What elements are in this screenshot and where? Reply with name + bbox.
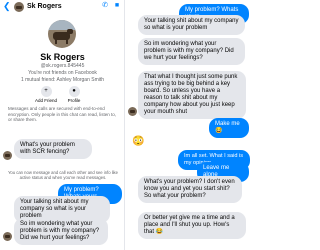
add-friend-button[interactable]: + Add Friend (33, 86, 59, 103)
facebook-status: You're not friends on Facebook (28, 70, 97, 76)
connection-notice: You can now message and call each other … (8, 170, 118, 180)
phone-icon[interactable]: ✆ (101, 2, 109, 10)
incoming-message: So im wondering what your problem is wit… (14, 218, 108, 245)
flushed-emoji-message: 😳 (132, 136, 145, 147)
incoming-message: Your talking shit about my company so wh… (138, 15, 245, 35)
profile-handle: @sk.rogers.845445 (40, 63, 85, 69)
photo-animal-legs (55, 39, 68, 44)
incoming-message: What's your problem? I don't even know y… (138, 176, 242, 203)
outgoing-message: Make me 😂 (209, 118, 249, 138)
sender-avatar (3, 232, 12, 241)
left-conversation-screenshot: ❮ Sk Rogers ✆ ■ Sk Rogers @sk.rogers.845… (0, 0, 125, 250)
header-contact-name[interactable]: Sk Rogers (27, 2, 62, 11)
video-icon[interactable]: ■ (113, 2, 121, 10)
profile-button[interactable]: ● Profile (61, 86, 87, 103)
incoming-message: That what I thought just some punk ass t… (138, 71, 246, 119)
photo-animal-head (67, 29, 73, 34)
header-avatar[interactable] (14, 2, 24, 12)
encryption-note: Messages and calls are secured with end-… (8, 106, 117, 122)
add-friend-label: Add Friend (34, 98, 57, 103)
profile-photo[interactable] (48, 20, 76, 48)
incoming-message: So im wondering what your problem is wit… (138, 38, 245, 65)
back-arrow-icon[interactable]: ❮ (3, 2, 11, 11)
profile-name: Sk Rogers (40, 52, 85, 62)
right-conversation-screenshot: My problem? Whats yours Your talking shi… (126, 0, 250, 250)
profile-icon: ● (68, 86, 80, 97)
sender-avatar (3, 151, 12, 160)
profile-label: Profile (67, 98, 81, 103)
chat-header: ❮ Sk Rogers ✆ ■ (0, 0, 124, 14)
incoming-message: Or better yet give me a time and a place… (138, 212, 246, 239)
header-actions: ✆ ■ (101, 2, 121, 10)
sender-avatar (128, 107, 137, 116)
incoming-message: What's your problem with SCR fencing? (14, 139, 92, 159)
add-friend-icon: + (40, 86, 52, 97)
mutual-friends: 1 mutual friend: Ashley Morgan Smith (20, 77, 105, 83)
